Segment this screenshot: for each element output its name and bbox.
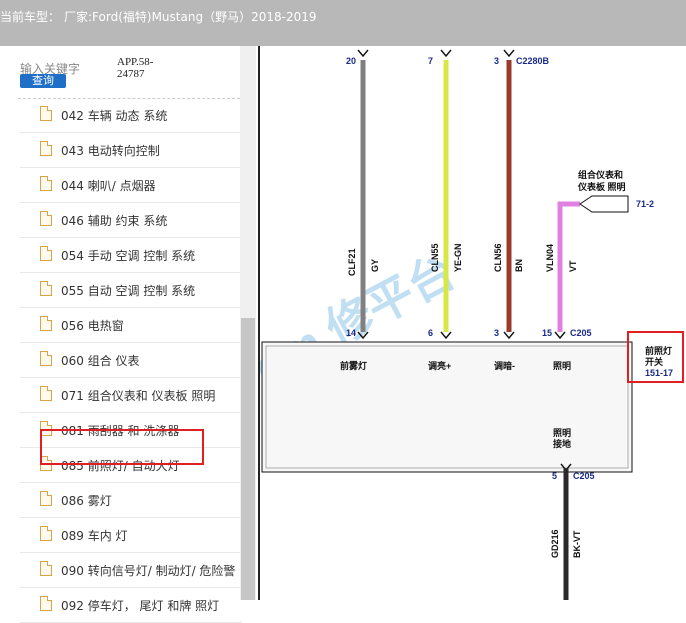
list-item[interactable]: 056 电热窗	[20, 308, 242, 343]
document-icon	[40, 596, 52, 611]
search-input[interactable]: APP.58-24787	[114, 56, 166, 82]
vehicle-model-title: 当前车型： 厂家:Ford(福特)Mustang（野马）2018-2019	[0, 8, 316, 25]
list-item[interactable]: 089 车内 灯	[20, 518, 242, 553]
top-connector-arrow-2	[440, 49, 452, 58]
bottom-pin-4: 15	[542, 328, 552, 338]
list-item-label: 090 转向信号灯/ 制动灯/ 危险警	[61, 564, 236, 578]
sidebar-scrollbar-thumb[interactable]	[241, 318, 255, 600]
top-connector-label: C2280B	[516, 56, 550, 66]
list-item[interactable]: 043 电动转向控制	[20, 133, 242, 168]
ref-page-link: 71-2	[636, 199, 654, 209]
function-dim-up: 调亮+	[428, 360, 451, 371]
document-icon	[40, 106, 52, 121]
document-icon	[40, 386, 52, 401]
list-item[interactable]: 054 手动 空调 控制 系统	[20, 238, 242, 273]
list-item-label: 043 电动转向控制	[61, 144, 160, 158]
function-fog-lamp: 前雾灯	[340, 360, 367, 371]
top-pin-1: 20	[346, 56, 356, 66]
list-item[interactable]: 071 组合仪表和 仪表板 照明	[20, 378, 242, 413]
bottom-pin-2: 6	[428, 328, 433, 338]
list-item[interactable]: 044 喇叭/ 点烟器	[20, 168, 242, 203]
list-item-label: 089 车内 灯	[61, 529, 128, 543]
model-name: 厂家:Ford(福特)Mustang（野马）2018-2019	[64, 10, 317, 24]
bottom-connector-label: C205	[570, 328, 592, 338]
ref-connector-shape	[579, 195, 629, 213]
model-prefix: 当前车型：	[0, 10, 61, 24]
selected-item-highlight	[40, 429, 204, 465]
document-icon	[40, 316, 52, 331]
document-icon	[40, 491, 52, 506]
list-item-label: 071 组合仪表和 仪表板 照明	[61, 389, 216, 403]
title-bar: 当前车型： 厂家:Ford(福特)Mustang（野马）2018-2019	[0, 0, 686, 46]
bottom-arrow-4	[554, 331, 566, 340]
wire-1-color: GY	[370, 259, 380, 272]
list-item[interactable]: 092 停车灯， 尾灯 和牌 照灯	[20, 588, 242, 623]
list-item-label: 042 车辆 动态 系统	[61, 109, 168, 123]
document-icon	[40, 211, 52, 226]
list-item-label: 055 自动 空调 控制 系统	[61, 284, 196, 298]
document-icon	[40, 176, 52, 191]
list-item-label: 086 雾灯	[61, 494, 112, 508]
list-item-label: 044 喇叭/ 点烟器	[61, 179, 156, 193]
ground-wire-circuit: GD216	[550, 529, 560, 558]
top-pin-2: 7	[428, 56, 433, 66]
ground-connector-label: C205	[573, 471, 595, 481]
list-item-label: 060 组合 仪表	[61, 354, 140, 368]
switch-page-link: 151-17	[645, 368, 673, 378]
top-pin-3: 3	[494, 56, 499, 66]
list-item[interactable]: 086 雾灯	[20, 483, 242, 518]
list-item-label: 046 辅助 约束 系统	[61, 214, 168, 228]
bottom-arrow-2	[440, 331, 452, 340]
function-dim-down: 调暗-	[494, 360, 515, 371]
ref-label-line2: 仪表板 照明	[577, 181, 626, 192]
list-item[interactable]: 090 转向信号灯/ 制动灯/ 危险警	[20, 553, 242, 588]
switch-title-line2: 开关	[645, 356, 663, 367]
topic-list: 042 车辆 动态 系统 043 电动转向控制 044 喇叭/ 点烟器 046 辅助 …	[20, 98, 242, 623]
document-icon	[40, 561, 52, 576]
bottom-pin-1: 14	[346, 328, 356, 338]
wire-2-color: YE-GN	[453, 243, 463, 272]
wiring-diagram: om 修平台 20 7 3 C2280B CLF21 GY CLN55 YE-G…	[245, 46, 686, 600]
wire-4-color: VT	[568, 260, 578, 272]
document-icon	[40, 526, 52, 541]
top-connector-arrow-1	[357, 49, 369, 58]
wire-4-circuit: VLN04	[545, 244, 555, 272]
wire-2-circuit: CLN55	[430, 243, 440, 272]
wire-3-color: BN	[514, 259, 524, 272]
ground-wire-color: BK-VT	[572, 530, 582, 558]
ground-label-line1: 照明	[553, 428, 571, 438]
document-icon	[40, 351, 52, 366]
list-item[interactable]: 060 组合 仪表	[20, 343, 242, 378]
wire-1-circuit: CLF21	[347, 248, 357, 276]
switch-title-line1: 前照灯	[645, 345, 672, 356]
document-icon	[40, 281, 52, 296]
wire-3-circuit: CLN56	[493, 243, 503, 272]
ground-label-line2: 接地	[553, 438, 571, 449]
bottom-arrow-3	[503, 331, 515, 340]
list-item[interactable]: 042 车辆 动态 系统	[20, 98, 242, 133]
ref-label-line1: 组合仪表和	[578, 169, 623, 180]
sidebar: 输入关键字 APP.58-24787 查询 042 车辆 动态 系统 043 电动…	[0, 46, 258, 623]
function-illumination: 照明	[553, 361, 571, 371]
list-item-label: 054 手动 空调 控制 系统	[61, 249, 196, 263]
document-icon	[40, 246, 52, 261]
list-item[interactable]: 055 自动 空调 控制 系统	[20, 273, 242, 308]
document-icon	[40, 141, 52, 156]
search-button[interactable]: 查询	[20, 74, 66, 88]
list-item-label: 056 电热窗	[61, 319, 124, 333]
ground-pin: 5	[552, 471, 557, 481]
top-connector-arrow-3	[503, 49, 515, 58]
bottom-pin-3: 3	[494, 328, 499, 338]
list-item[interactable]: 046 辅助 约束 系统	[20, 203, 242, 238]
